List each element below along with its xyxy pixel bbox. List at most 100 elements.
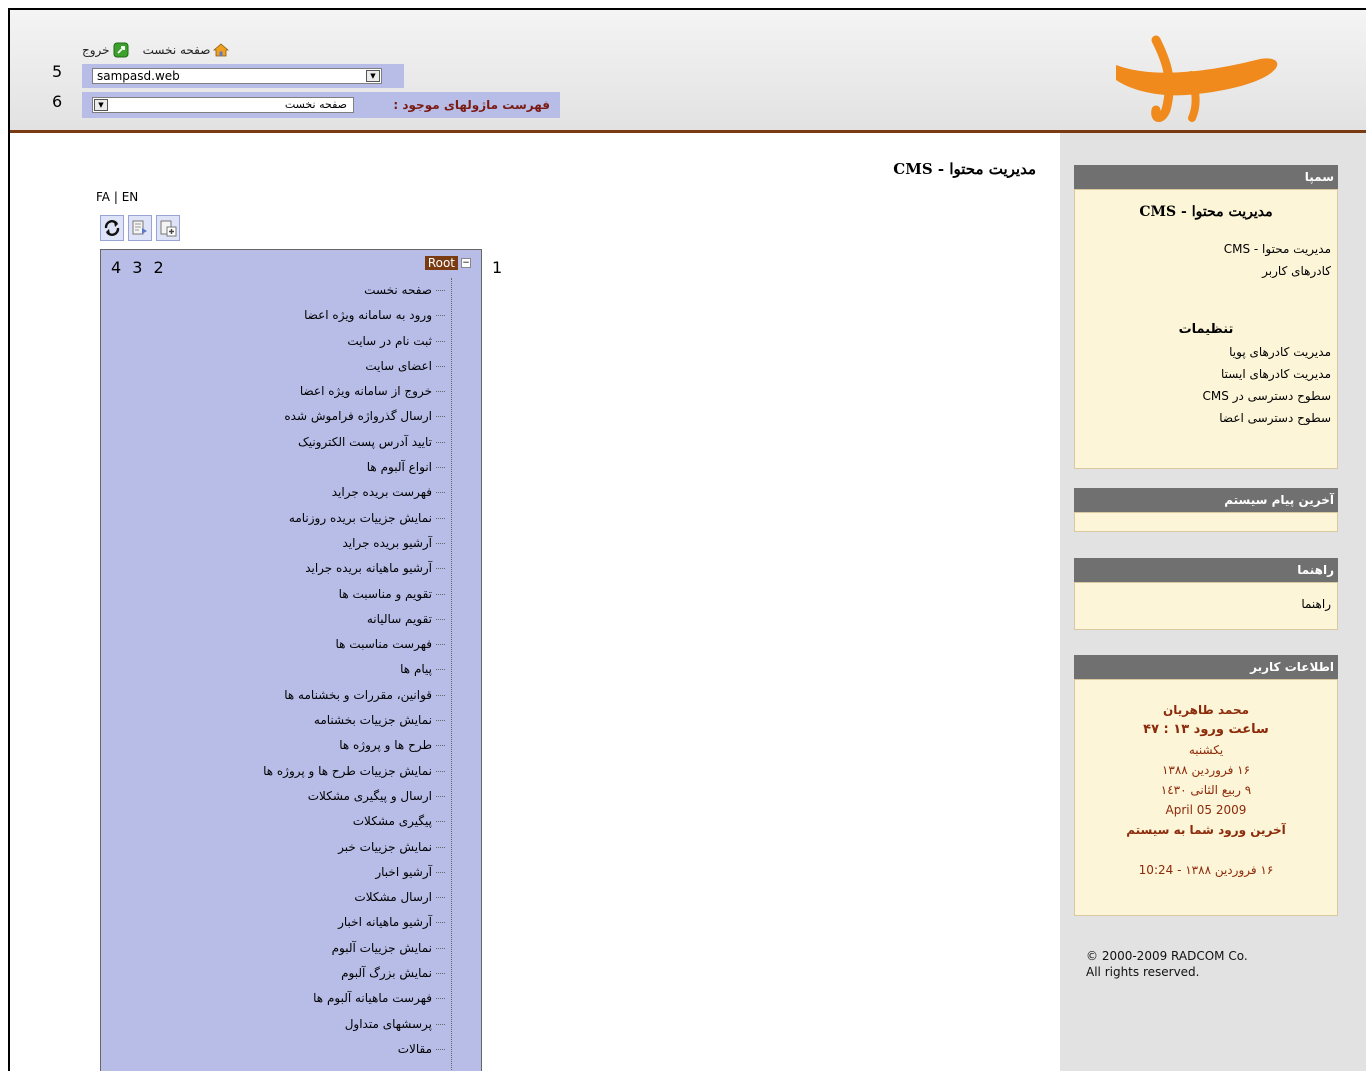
tree-item[interactable]: فهرست بریده جراید	[263, 482, 445, 507]
tree-item-label: فهرست ماهیانه آلبوم ها	[313, 991, 432, 1006]
tree-connector-dash	[436, 644, 445, 646]
tree-item[interactable]: تقویم و مناسبت ها	[263, 584, 445, 609]
top-links: صفحه نخست خروج	[82, 40, 230, 60]
date-persian: ۱۶ فروردین ۱۳۸۸	[1161, 763, 1251, 777]
tree-item[interactable]: خروج از سامانه ویژه اعضا	[263, 381, 445, 406]
date-gregorian: 2009 05 April	[1165, 803, 1247, 817]
chevron-down-icon[interactable]: ▼	[94, 99, 108, 111]
home-icon	[213, 43, 230, 57]
tree-item[interactable]: پرسشهای متداول	[263, 1014, 445, 1039]
page-tree: 4 3 2 Root − صفحه نخست ورود به سامانه ویژ…	[100, 249, 482, 1071]
language-switcher: FA | EN	[96, 190, 138, 204]
tree-item[interactable]: ارسال و پیگیری مشکلات	[263, 786, 445, 811]
tree-item[interactable]: نمایش جزییات آلبوم	[263, 938, 445, 963]
member-access-levels-link[interactable]: سطوح دسترسی اعضا	[1075, 407, 1337, 429]
lang-en-link[interactable]: EN	[122, 190, 139, 204]
tree-item[interactable]: صفحه نخست	[263, 280, 445, 305]
cms-access-levels-link[interactable]: سطوح دسترسی در CMS	[1075, 385, 1337, 407]
tree-item-label: انواع آلبوم ها	[366, 460, 432, 475]
tree-item-label: نمایش جزییات بریده روزنامه	[288, 510, 432, 525]
sampa-logo	[1116, 35, 1278, 122]
tree-item[interactable]: نمایش جزییات خبر	[263, 837, 445, 862]
user-info-panel: اطلاعات کاربر محمد طاهریان ساعت ورود ۱۳ …	[1074, 655, 1338, 916]
tree-item[interactable]: ثبت نام در سایت	[263, 331, 445, 356]
tree-item-label: قوانین، مقررات و بخشنامه ها	[284, 687, 432, 702]
chevron-down-icon[interactable]: ▼	[366, 70, 380, 82]
tree-item-label: آرشیو بریده جراید	[342, 535, 432, 550]
tree-item[interactable]: نمایش جزییات بخشنامه	[263, 710, 445, 735]
help-link[interactable]: راهنما	[1075, 593, 1337, 615]
export-button[interactable]	[128, 215, 152, 241]
tree-item[interactable]: پیگیری مشکلات	[263, 811, 445, 836]
tree-item[interactable]: آرشیو ماهیانه بریده جراید	[263, 558, 445, 583]
help-panel: راهنما راهنما	[1074, 558, 1338, 630]
logout-link-label: خروج	[82, 43, 110, 57]
tree-item-label: نمایش جزییات بخشنامه	[313, 713, 432, 728]
collapse-icon[interactable]: −	[461, 258, 471, 268]
refresh-button[interactable]	[100, 215, 124, 241]
tree-item[interactable]: ورود به سامانه ویژه اعضا	[263, 305, 445, 330]
tree-item[interactable]: طرح ها و پروژه ها	[263, 735, 445, 760]
tree-connector-dash	[436, 973, 445, 975]
home-link[interactable]: صفحه نخست	[143, 42, 230, 58]
tree-connector-dash	[436, 365, 445, 367]
tree-item[interactable]: نمایش جزییات طرح ها و پروژه ها	[263, 761, 445, 786]
cms-link[interactable]: مدیریت محتوا - CMS	[1075, 238, 1337, 260]
tree-connector-dash	[436, 922, 445, 924]
tree-item[interactable]: اعضای سایت	[263, 356, 445, 381]
app-window: صفحه نخست خروج 5 6 sampasd.web ▼ صفحه نخ…	[8, 8, 1366, 1071]
date-hijri: ۹ ربیع الثانی ۱٤۳۰	[1160, 783, 1252, 797]
tree-item-label: پرسشهای متداول	[344, 1016, 432, 1031]
login-time: ساعت ورود ۱۳ : ۴۷	[1143, 722, 1269, 737]
sampa-panel: سمپا مدیریت محتوا - CMS مدیریت محتوا - C…	[1074, 165, 1338, 469]
tree-item[interactable]: فهرست مناسبت ها	[263, 634, 445, 659]
tree-item[interactable]: ارسال مشکلات	[263, 887, 445, 912]
tree-item[interactable]: پیام ها	[263, 659, 445, 684]
tree-item-label: ارسال مشکلات	[354, 890, 432, 905]
tree-item-label: صفحه نخست	[364, 283, 432, 297]
tree-item-label: نمایش جزییات طرح ها و پروژه ها	[263, 763, 432, 778]
document-export-icon	[132, 220, 147, 235]
tree-connector-dash	[436, 315, 445, 317]
tree-item-label: آرشیو اخبار	[375, 864, 432, 879]
site-select[interactable]: sampasd.web ▼	[92, 68, 382, 84]
sampa-panel-title: مدیریت محتوا - CMS	[1139, 204, 1273, 220]
tree-item[interactable]: ارسال گذرواژه فراموش شده	[263, 406, 445, 431]
tree-connector-dash	[436, 821, 445, 823]
tree-item[interactable]: فهرست ماهیانه آلبوم ها	[263, 988, 445, 1013]
tree-item[interactable]: آرشیو ماهیانه اخبار	[263, 912, 445, 937]
logout-link[interactable]: خروج	[82, 42, 129, 58]
tree-root[interactable]: Root −	[424, 256, 471, 270]
tree-connector-dash	[436, 795, 445, 797]
tree-item-label: ورود به سامانه ویژه اعضا	[304, 308, 432, 323]
module-select[interactable]: صفحه نخست ▼	[92, 97, 354, 113]
tree-connector-dash	[436, 1023, 445, 1025]
tree-item[interactable]: قوانین، مقررات و بخشنامه ها	[263, 685, 445, 710]
user-info-header: اطلاعات کاربر	[1074, 655, 1338, 679]
tree-item-label: ارسال و پیگیری مشکلات	[307, 788, 432, 803]
user-boxes-link[interactable]: کادرهای کاربر	[1075, 260, 1337, 282]
site-select-value: sampasd.web	[97, 69, 180, 83]
tree-connector-dash	[436, 492, 445, 494]
add-page-button[interactable]	[156, 215, 180, 241]
tree-item[interactable]: نمایش جزییات بریده روزنامه	[263, 508, 445, 533]
tree-item[interactable]: تقویم سالیانه	[263, 609, 445, 634]
tree-item-label: تایید آدرس پست الکترونیک	[297, 434, 432, 449]
tree-item[interactable]: انواع آلبوم ها	[263, 457, 445, 482]
dynamic-boxes-link[interactable]: مدیریت کادرهای پویا	[1075, 341, 1337, 363]
lang-fa-link[interactable]: FA	[96, 190, 110, 204]
header: صفحه نخست خروج 5 6 sampasd.web ▼ صفحه نخ…	[10, 10, 1366, 130]
static-boxes-link[interactable]: مدیریت کادرهای ایستا	[1075, 363, 1337, 385]
lang-separator: |	[113, 190, 118, 204]
tree-item[interactable]: تایید آدرس پست الکترونیک	[263, 432, 445, 457]
tree-item[interactable]: مقالات	[263, 1039, 445, 1064]
tree-item[interactable]: آرشیو اخبار	[263, 862, 445, 887]
tree-items: صفحه نخست ورود به سامانه ویژه اعضا ثبت نام…	[263, 280, 445, 1064]
tree-item[interactable]: نمایش بزرگ آلبوم	[263, 963, 445, 988]
weekday: یکشنبه	[1188, 743, 1224, 757]
module-select-value: صفحه نخست	[284, 98, 347, 111]
tree-root-label[interactable]: Root	[424, 256, 458, 270]
tree-connector-dash	[436, 416, 445, 418]
tree-item[interactable]: آرشیو بریده جراید	[263, 533, 445, 558]
system-message-header: آخرین پیام سیستم	[1074, 488, 1338, 512]
